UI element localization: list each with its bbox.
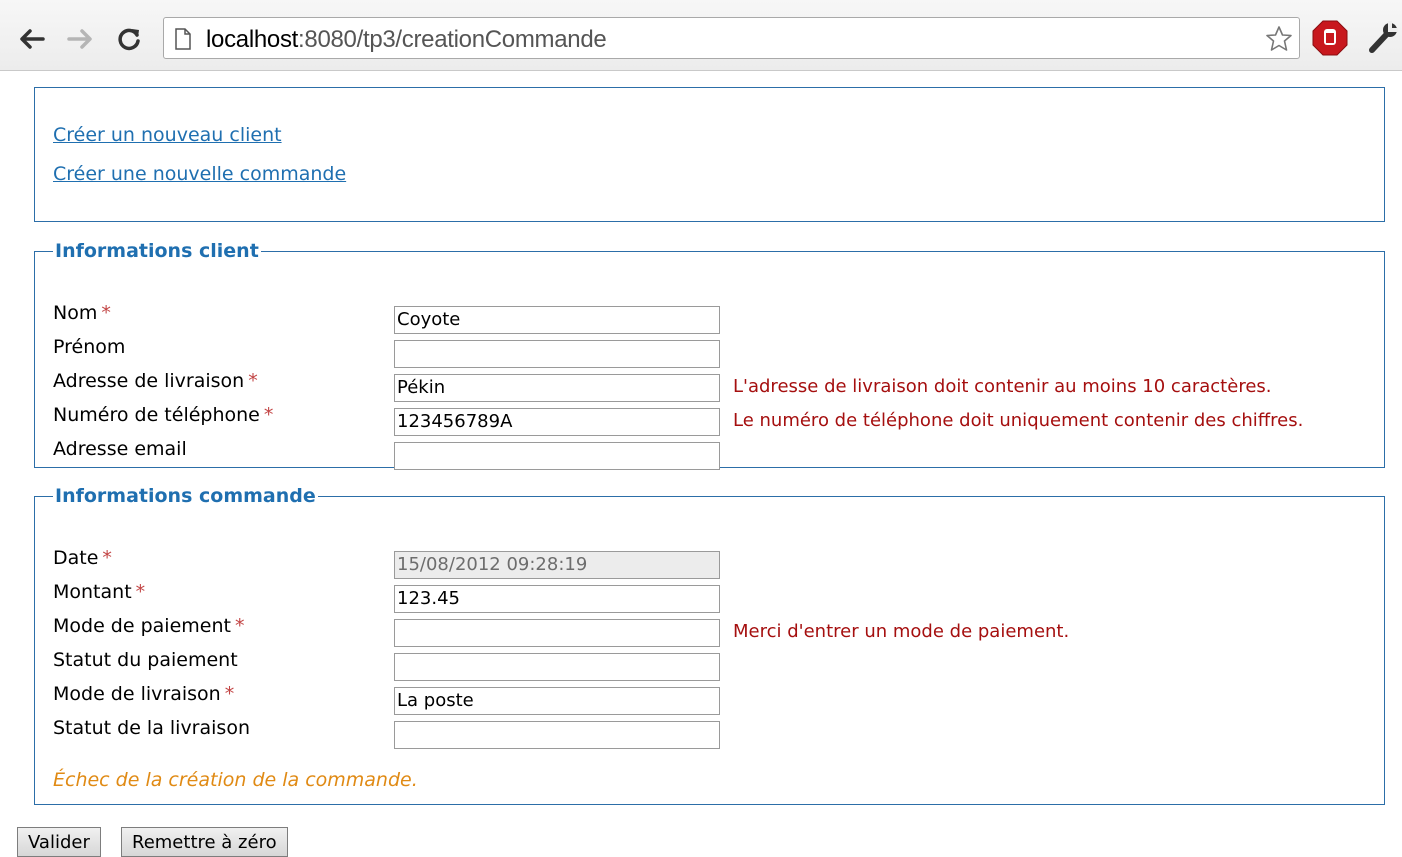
telephone-error: Le numéro de téléphone doit uniquement c… [733, 410, 1304, 431]
required-marker: * [102, 547, 112, 569]
order-failure-message: Échec de la création de la commande. [53, 769, 418, 791]
montant-label: Montant * [53, 581, 146, 603]
client-info-legend: Informations client [55, 240, 259, 262]
url-path: :8080/tp3/creationCommande [298, 26, 607, 53]
email-label: Adresse email [53, 438, 187, 460]
statut-paiement-label: Statut du paiement [53, 649, 238, 671]
montant-input[interactable]: 123.45 [394, 585, 720, 613]
mode-paiement-error: Merci d'entrer un mode de paiement. [733, 621, 1070, 642]
url-host: localhost [206, 26, 299, 53]
adresse-livraison-label: Adresse de livraison * [53, 370, 258, 392]
url-text: localhost:8080/tp3/creationCommande [206, 26, 607, 54]
forward-arrow-icon [67, 29, 92, 49]
telephone-label: Numéro de téléphone * [53, 404, 274, 426]
form-row-email: Adresse email [53, 438, 1373, 470]
form-row-montant: Montant * 123.45 [53, 581, 1373, 613]
back-arrow-icon [20, 29, 45, 49]
required-marker: * [263, 404, 274, 426]
reload-icon [118, 28, 140, 51]
order-info-legend: Informations commande [55, 485, 316, 507]
mode-livraison-label: Mode de livraison * [53, 683, 235, 705]
prenom-label: Prénom [53, 336, 126, 358]
create-client-link[interactable]: Créer un nouveau client [53, 124, 282, 146]
navigation-menu: Créer un nouveau client Créer une nouvel… [34, 87, 1385, 222]
statut-livraison-input[interactable] [394, 721, 720, 749]
reload-button[interactable] [112, 20, 146, 58]
browser-toolbar: localhost:8080/tp3/creationCommande [0, 0, 1402, 71]
client-info-section: Informations client Nom * Coyote Prénom A… [34, 240, 1385, 470]
email-input[interactable] [394, 442, 720, 470]
date-input: 15/08/2012 09:28:19 [394, 551, 720, 579]
page-icon [175, 28, 191, 50]
mode-livraison-input[interactable]: La poste [394, 687, 720, 715]
submit-button[interactable]: Valider [17, 827, 101, 857]
form-row-statut-livraison: Statut de la livraison [53, 717, 1373, 749]
create-order-link[interactable]: Créer une nouvelle commande [53, 163, 346, 185]
form-row-telephone: Numéro de téléphone * 123456789A Le numér… [53, 404, 1373, 436]
adresse-livraison-input[interactable]: Pékin [394, 374, 720, 402]
required-marker: * [135, 581, 146, 603]
bookmark-star-icon[interactable] [1265, 25, 1293, 53]
back-button[interactable] [14, 20, 48, 58]
wrench-icon[interactable] [1368, 20, 1400, 54]
nom-input[interactable]: Coyote [394, 306, 720, 334]
telephone-input[interactable]: 123456789A [394, 408, 720, 436]
form-row-date: Date * 15/08/2012 09:28:19 [53, 547, 1373, 579]
form-row-prenom: Prénom [53, 336, 1373, 368]
date-label: Date * [53, 547, 112, 569]
required-marker: * [248, 370, 258, 392]
form-row-adresse-livraison: Adresse de livraison * Pékin L'adresse de… [53, 370, 1373, 402]
statut-paiement-input[interactable] [394, 653, 720, 681]
mode-paiement-label: Mode de paiement * [53, 615, 245, 637]
reset-button[interactable]: Remettre à zéro [121, 827, 288, 857]
prenom-input[interactable] [394, 340, 720, 368]
required-marker: * [234, 615, 245, 637]
form-row-mode-paiement: Mode de paiement * Merci d'entrer un mode… [53, 615, 1373, 647]
required-marker: * [101, 302, 111, 324]
statut-livraison-label: Statut de la livraison [53, 717, 250, 739]
form-row-nom: Nom * Coyote [53, 302, 1373, 334]
required-marker: * [224, 683, 235, 705]
order-info-section: Informations commande Date * 15/08/2012 0… [34, 485, 1385, 805]
form-row-statut-paiement: Statut du paiement [53, 649, 1373, 681]
address-bar[interactable]: localhost:8080/tp3/creationCommande [163, 17, 1300, 59]
adresse-livraison-error: L'adresse de livraison doit contenir au … [733, 376, 1272, 397]
adblock-icon[interactable] [1312, 20, 1348, 56]
nom-label: Nom * [53, 302, 111, 324]
mode-paiement-input[interactable] [394, 619, 720, 647]
forward-button[interactable] [64, 20, 98, 58]
form-row-mode-livraison: Mode de livraison * La poste [53, 683, 1373, 715]
